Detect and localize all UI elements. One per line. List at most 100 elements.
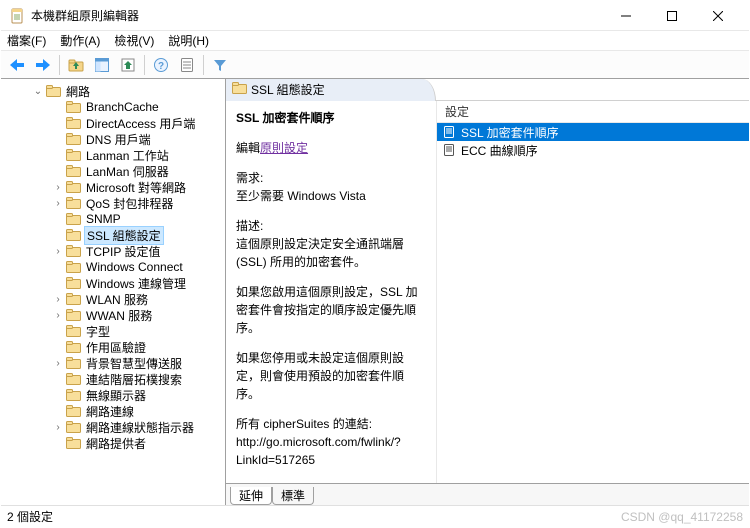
content-area: ⌄網路BranchCacheDirectAccess 用戶端DNS 用戶端Lan… bbox=[1, 79, 749, 505]
policy-icon bbox=[441, 124, 457, 140]
settings-list-header[interactable]: 設定 bbox=[437, 101, 749, 123]
tab-extended[interactable]: 延伸 bbox=[230, 487, 272, 505]
folder-icon bbox=[65, 180, 81, 194]
expand-icon[interactable]: › bbox=[51, 422, 65, 433]
up-folder-button[interactable] bbox=[64, 53, 88, 77]
tree-item[interactable]: 連結階層拓樸搜索 bbox=[1, 371, 225, 387]
menu-help[interactable]: 說明(H) bbox=[168, 32, 209, 49]
list-item[interactable]: ECC 曲線順序 bbox=[437, 141, 749, 159]
tree-item-label: BranchCache bbox=[84, 100, 161, 114]
tree-item-label: SNMP bbox=[84, 212, 123, 226]
menu-view[interactable]: 檢視(V) bbox=[114, 32, 154, 49]
folder-icon bbox=[65, 116, 81, 130]
view-tabs: 延伸 標準 bbox=[226, 483, 749, 505]
tree-item[interactable]: 字型 bbox=[1, 323, 225, 339]
folder-icon bbox=[65, 420, 81, 434]
menubar: 檔案(F) 動作(A) 檢視(V) 說明(H) bbox=[1, 31, 749, 51]
list-item[interactable]: SSL 加密套件順序 bbox=[437, 123, 749, 141]
tree-item[interactable]: BranchCache bbox=[1, 99, 225, 115]
list-item-label: ECC 曲線順序 bbox=[461, 142, 538, 159]
properties-button[interactable] bbox=[175, 53, 199, 77]
tree-item[interactable]: Windows 連線管理 bbox=[1, 275, 225, 291]
expand-icon[interactable]: › bbox=[51, 358, 65, 369]
requirements-label: 需求: bbox=[236, 171, 263, 185]
app-icon bbox=[9, 8, 25, 24]
folder-icon bbox=[65, 340, 81, 354]
tree-item[interactable]: 無線顯示器 bbox=[1, 387, 225, 403]
tree-item[interactable]: DirectAccess 用戶端 bbox=[1, 115, 225, 131]
tree-item[interactable]: LanMan 伺服器 bbox=[1, 163, 225, 179]
details-pane: SSL 組態設定 SSL 加密套件順序 編輯原則設定 需求:至少需要 Windo… bbox=[226, 79, 749, 505]
folder-icon bbox=[65, 244, 81, 258]
tree-item[interactable]: ›背景智慧型傳送服 bbox=[1, 355, 225, 371]
tree-pane[interactable]: ⌄網路BranchCacheDirectAccess 用戶端DNS 用戶端Lan… bbox=[1, 79, 226, 505]
toolbar-separator bbox=[59, 55, 60, 75]
tree-item-label: 網路提供者 bbox=[84, 435, 148, 452]
show-hide-tree-button[interactable] bbox=[90, 53, 114, 77]
tree-item[interactable]: › WWAN 服務 bbox=[1, 307, 225, 323]
tree-item[interactable]: Lanman 工作站 bbox=[1, 147, 225, 163]
edit-policy-link[interactable]: 原則設定 bbox=[260, 141, 308, 155]
tree-item-label: LanMan 伺服器 bbox=[84, 163, 171, 180]
tree-item-label: 字型 bbox=[84, 323, 112, 340]
folder-icon bbox=[232, 82, 247, 97]
folder-icon bbox=[65, 356, 81, 370]
folder-icon bbox=[45, 84, 61, 98]
tree-item-label: 作用區驗證 bbox=[84, 339, 148, 356]
tree-item[interactable]: ›WLAN 服務 bbox=[1, 291, 225, 307]
tree-item[interactable]: › Microsoft 對等網路 bbox=[1, 179, 225, 195]
folder-icon bbox=[65, 196, 81, 210]
expand-icon[interactable]: › bbox=[51, 198, 65, 209]
maximize-button[interactable] bbox=[649, 1, 695, 31]
tab-standard[interactable]: 標準 bbox=[272, 487, 314, 505]
tree-item[interactable]: 作用區驗證 bbox=[1, 339, 225, 355]
menu-file[interactable]: 檔案(F) bbox=[7, 32, 46, 49]
tree-item-label: Lanman 工作站 bbox=[84, 147, 171, 164]
close-button[interactable] bbox=[695, 1, 741, 31]
tree-item[interactable]: ›網路連線狀態指示器 bbox=[1, 419, 225, 435]
setting-heading: SSL 加密套件順序 bbox=[236, 109, 426, 127]
export-list-button[interactable] bbox=[116, 53, 140, 77]
tree-item[interactable]: DNS 用戶端 bbox=[1, 131, 225, 147]
description-panel: SSL 加密套件順序 編輯原則設定 需求:至少需要 Windows Vista … bbox=[226, 101, 436, 483]
collapse-icon[interactable]: ⌄ bbox=[31, 86, 45, 97]
folder-icon bbox=[65, 100, 81, 114]
expand-icon[interactable]: › bbox=[51, 294, 65, 305]
tree-item-label: 連結階層拓樸搜索 bbox=[84, 371, 184, 388]
details-header-title: SSL 組態設定 bbox=[251, 81, 325, 98]
expand-icon[interactable]: › bbox=[51, 182, 65, 193]
description-paragraph-1: 如果您啟用這個原則設定，SSL 加密套件會按指定的順序設定優先順序。 bbox=[236, 283, 426, 337]
tree-item-label: WWAN 服務 bbox=[84, 307, 154, 324]
ciphersuites-link-label: 所有 cipherSuites 的連結: bbox=[236, 417, 372, 431]
filter-button[interactable] bbox=[208, 53, 232, 77]
description-text: 這個原則設定決定安全通訊端層 (SSL) 所用的加密套件。 bbox=[236, 237, 404, 269]
tree-item[interactable]: 網路連線 bbox=[1, 403, 225, 419]
tree-item-label: TCPIP 設定值 bbox=[84, 243, 162, 260]
requirements-value: 至少需要 Windows Vista bbox=[236, 189, 366, 203]
folder-icon bbox=[65, 436, 81, 450]
tree-item[interactable]: 網路提供者 bbox=[1, 435, 225, 451]
minimize-button[interactable] bbox=[603, 1, 649, 31]
folder-icon bbox=[65, 308, 81, 322]
folder-icon bbox=[65, 324, 81, 338]
tree-item-label: Microsoft 對等網路 bbox=[84, 179, 188, 196]
tree-item[interactable]: Windows Connect bbox=[1, 259, 225, 275]
help-button[interactable]: ? bbox=[149, 53, 173, 77]
back-button[interactable] bbox=[5, 53, 29, 77]
forward-button[interactable] bbox=[31, 53, 55, 77]
tree-item[interactable]: ›QoS 封包排程器 bbox=[1, 195, 225, 211]
tree-item-label: 無線顯示器 bbox=[84, 387, 148, 404]
menu-action[interactable]: 動作(A) bbox=[60, 32, 100, 49]
tree-root[interactable]: ⌄網路 bbox=[1, 83, 225, 99]
description-paragraph-2: 如果您停用或未設定這個原則設定，則會使用預設的加密套件順序。 bbox=[236, 349, 426, 403]
expand-icon[interactable]: › bbox=[51, 310, 65, 321]
tree-item[interactable]: › TCPIP 設定值 bbox=[1, 243, 225, 259]
folder-icon bbox=[65, 292, 81, 306]
watermark: CSDN @qq_41172258 bbox=[621, 510, 743, 524]
tree-item[interactable]: SSL 組態設定 bbox=[1, 227, 225, 243]
policy-icon bbox=[441, 142, 457, 158]
folder-icon bbox=[65, 164, 81, 178]
expand-icon[interactable]: › bbox=[51, 246, 65, 257]
tree-item-label: Windows 連線管理 bbox=[84, 275, 188, 292]
folder-icon bbox=[65, 372, 81, 386]
